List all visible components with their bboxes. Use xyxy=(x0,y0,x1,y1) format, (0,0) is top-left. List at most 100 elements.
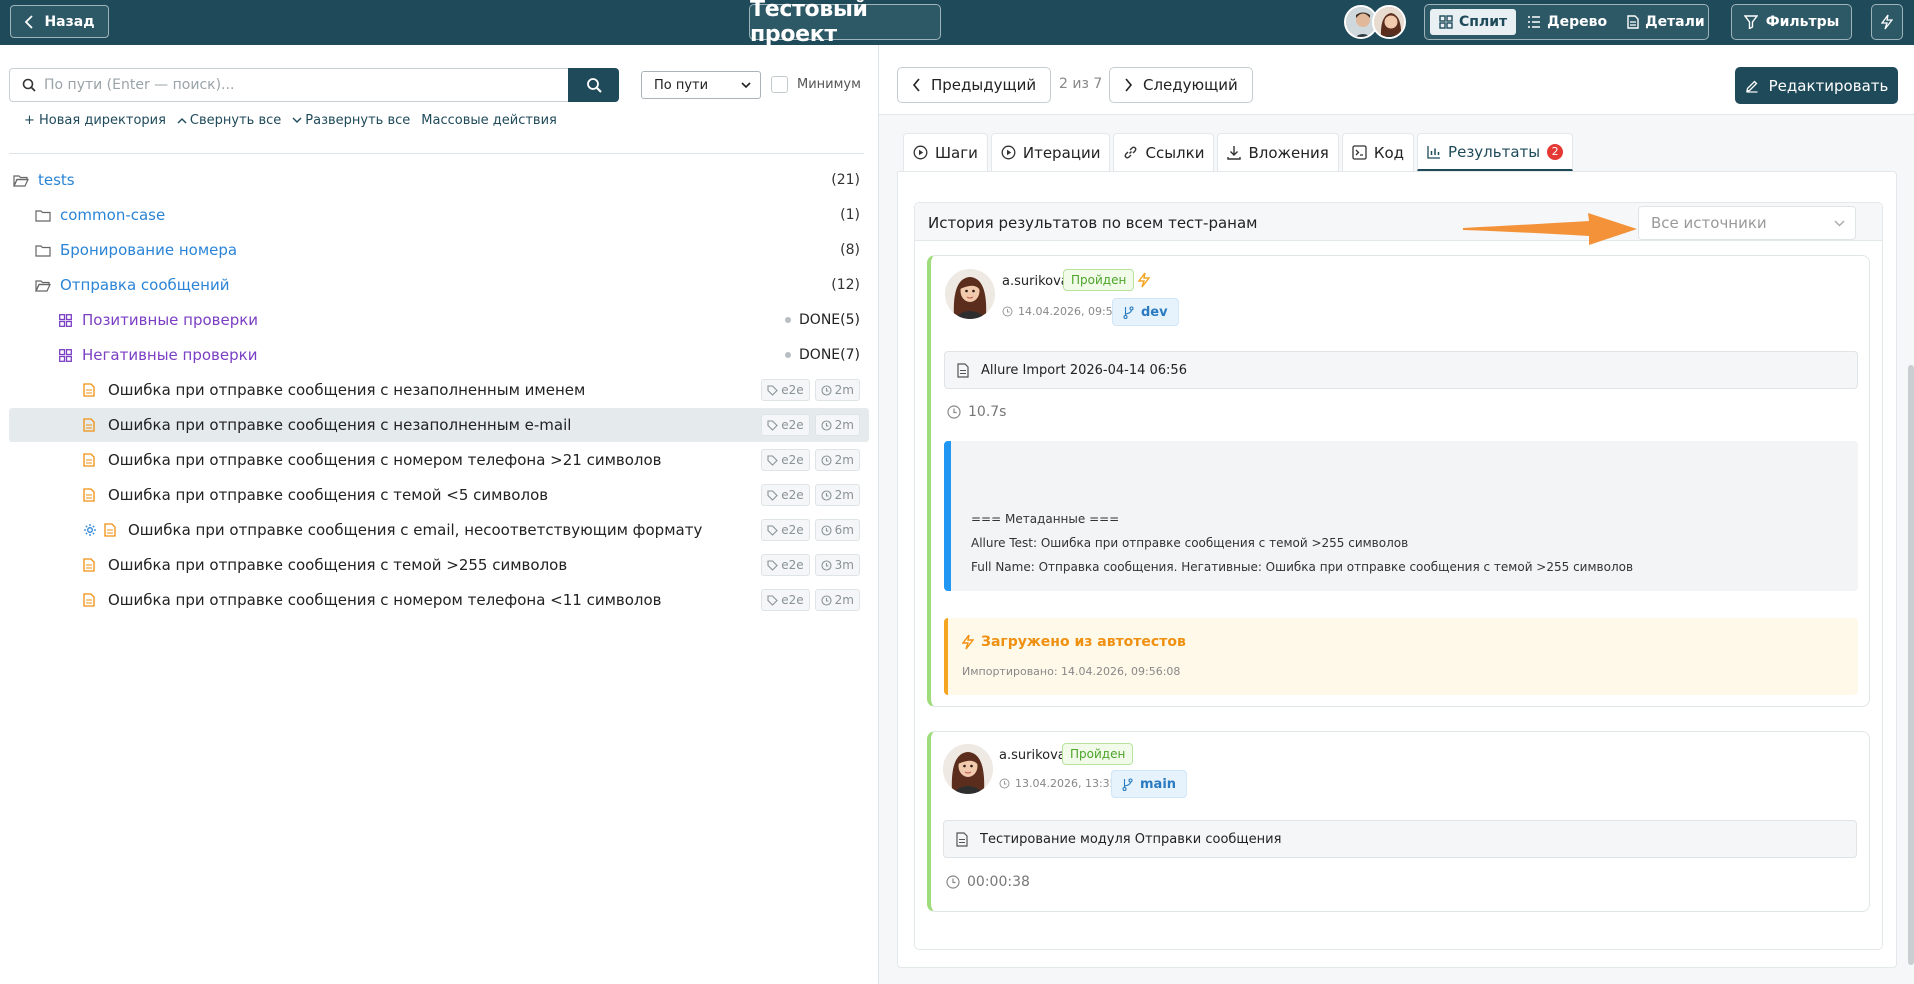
chevron-left-icon xyxy=(912,78,920,92)
details-panel: Предыдущий 2 из 7 Следующий Редактироват… xyxy=(879,45,1914,984)
view-tree-button[interactable]: Дерево xyxy=(1518,9,1616,35)
clock-icon xyxy=(821,384,832,396)
gear-icon xyxy=(83,523,97,537)
search-input[interactable]: По пути (Enter — поиск)... xyxy=(9,68,569,102)
status-badge: Пройден xyxy=(1063,269,1135,291)
duration-chip: 2m xyxy=(814,589,860,611)
tag-icon xyxy=(767,419,779,431)
folder-icon xyxy=(35,209,51,222)
suite-grid-icon xyxy=(59,313,72,327)
download-icon xyxy=(1227,146,1242,160)
tab-code[interactable]: Код xyxy=(1341,133,1415,171)
test-case-icon xyxy=(104,523,116,537)
lightning-icon xyxy=(1881,14,1893,30)
scrollbar[interactable] xyxy=(1908,365,1914,965)
tree-dir-tests[interactable]: tests (21) xyxy=(9,163,869,197)
tree-case[interactable]: Ошибка при отправке сообщения с номером … xyxy=(9,583,869,617)
tree-case[interactable]: Ошибка при отправке сообщения с номером … xyxy=(9,443,869,477)
document-icon xyxy=(957,362,969,378)
tab-attachments[interactable]: Вложения xyxy=(1217,133,1339,171)
tree-suite-negative[interactable]: Негативные проверки DONE(7) xyxy=(9,338,869,372)
tag-chip: e2e xyxy=(761,449,810,471)
tree-case[interactable]: Ошибка при отправке сообщения с темой <5… xyxy=(9,478,869,512)
tree-case[interactable]: Ошибка при отправке сообщения с темой >2… xyxy=(9,548,869,582)
clock-icon xyxy=(947,405,961,419)
divider xyxy=(9,153,864,154)
new-directory-link[interactable]: + Новая директория xyxy=(24,113,166,128)
test-case-icon xyxy=(83,418,95,432)
status-badge: Пройден xyxy=(1062,743,1134,765)
branch-badge[interactable]: dev xyxy=(1112,298,1179,326)
folder-icon xyxy=(35,244,51,257)
top-bar: Назад Тестовый проект Сплит Дерево Детал… xyxy=(0,0,1914,47)
tag-chip: e2e xyxy=(761,589,810,611)
view-split-button[interactable]: Сплит xyxy=(1430,9,1517,35)
branch-badge[interactable]: main xyxy=(1111,770,1188,798)
result-run-card: a.surikova Пройден 14.04.2026, 09:56:08 … xyxy=(927,255,1870,707)
tab-results[interactable]: Результаты 2 xyxy=(1417,133,1574,171)
tab-steps[interactable]: Шаги xyxy=(903,133,988,171)
checkbox-box[interactable] xyxy=(771,76,788,93)
list-icon xyxy=(1528,16,1541,28)
tree-suite-positive[interactable]: Позитивные проверки DONE(5) xyxy=(9,303,869,337)
collapse-all-link[interactable]: Свернуть все xyxy=(177,113,281,128)
previous-button[interactable]: Предыдущий xyxy=(897,67,1052,103)
chart-icon xyxy=(1427,145,1441,159)
case-navigation: Предыдущий 2 из 7 Следующий Редактироват… xyxy=(879,45,1914,115)
back-button[interactable]: Назад xyxy=(10,5,109,38)
duration-chip: 2m xyxy=(814,379,860,401)
test-run-link[interactable]: Тестирование модуля Отправки сообщения xyxy=(943,820,1857,858)
tag-icon xyxy=(767,454,779,466)
edit-button[interactable]: Редактировать xyxy=(1735,67,1898,104)
avatar xyxy=(943,744,993,794)
play-circle-icon xyxy=(913,145,928,160)
tree-case-selected[interactable]: Ошибка при отправке сообщения с незаполн… xyxy=(9,408,869,442)
avatar-user-2[interactable] xyxy=(1372,5,1406,39)
clock-icon xyxy=(946,875,960,889)
tag-chip: e2e xyxy=(761,379,810,401)
search-mode-select[interactable]: По пути xyxy=(641,71,761,99)
search-icon xyxy=(586,78,602,93)
terminal-icon xyxy=(1352,145,1367,160)
back-label: Назад xyxy=(44,13,95,30)
case-counter: 2 из 7 xyxy=(1059,76,1103,92)
tag-chip: e2e xyxy=(761,519,810,541)
clock-icon xyxy=(821,524,832,536)
next-button[interactable]: Следующий xyxy=(1109,67,1253,103)
duration-chip: 2m xyxy=(814,484,860,506)
source-filter-select[interactable]: Все источники xyxy=(1638,206,1856,240)
detail-tabs: Шаги Итерации Ссылки Вложения Код Резуль… xyxy=(903,133,1574,171)
tree-case-automated[interactable]: Ошибка при отправке сообщения с email, н… xyxy=(9,513,869,547)
run-duration: 00:00:38 xyxy=(946,874,1030,890)
folder-open-icon xyxy=(35,279,51,292)
tab-iterations[interactable]: Итерации xyxy=(990,133,1111,171)
tree-case[interactable]: Ошибка при отправке сообщения с незаполн… xyxy=(9,373,869,407)
minimum-checkbox[interactable]: Минимум xyxy=(771,76,861,93)
tree-panel: По пути (Enter — поиск)... По пути Миним… xyxy=(0,45,878,984)
duration-chip: 3m xyxy=(814,554,860,576)
run-duration: 10.7s xyxy=(947,404,1006,420)
document-icon xyxy=(1627,15,1639,29)
expand-all-link[interactable]: Развернуть все xyxy=(292,113,410,128)
run-author: a.surikova xyxy=(1002,274,1069,289)
test-case-icon xyxy=(83,383,95,397)
view-details-button[interactable]: Детали xyxy=(1618,9,1714,35)
project-title[interactable]: Тестовый проект xyxy=(749,0,941,47)
bulk-actions-link[interactable]: Массовые действия xyxy=(421,113,557,128)
search-button[interactable] xyxy=(568,68,619,102)
folder-open-icon xyxy=(13,174,29,187)
history-header: История результатов по всем тест-ранам В… xyxy=(915,203,1882,245)
tree-dir-common-case[interactable]: common-case (1) xyxy=(9,198,869,232)
tree-dir-booking[interactable]: Бронирование номера (8) xyxy=(9,233,869,267)
filters-button[interactable]: Фильтры xyxy=(1731,4,1852,40)
tab-links[interactable]: Ссылки xyxy=(1113,133,1215,171)
duration-chip: 2m xyxy=(814,449,860,471)
grid-icon xyxy=(1439,15,1453,29)
git-branch-icon xyxy=(1122,777,1133,791)
test-run-link[interactable]: Allure Import 2026-04-14 06:56 xyxy=(944,351,1858,389)
tree-dir-messages[interactable]: Отправка сообщений (12) xyxy=(9,268,869,302)
tag-icon xyxy=(767,559,779,571)
tag-chip: e2e xyxy=(761,414,810,436)
clock-icon xyxy=(821,454,832,466)
automation-button[interactable] xyxy=(1871,4,1903,40)
